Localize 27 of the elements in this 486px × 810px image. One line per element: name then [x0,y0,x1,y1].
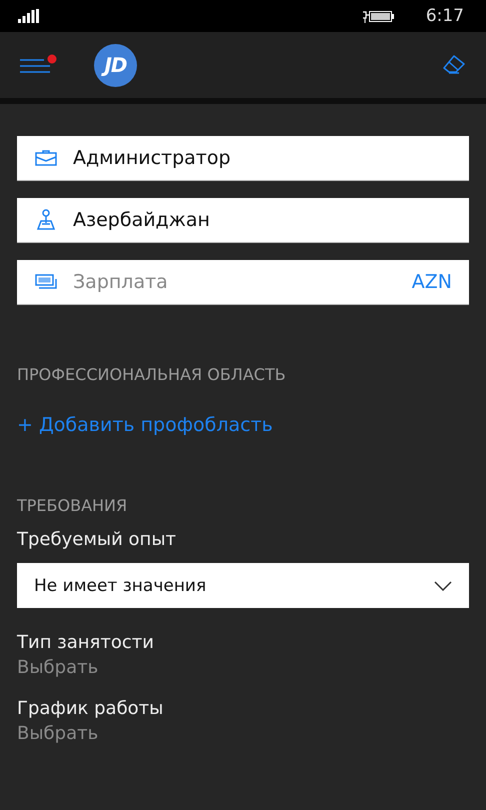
briefcase-icon [35,150,57,166]
experience-dropdown[interactable]: Не имеет значения [17,563,469,608]
input-box[interactable]: Администратор [17,136,469,181]
section-heading: ТРЕБОВАНИЯ [17,496,128,515]
input-field[interactable]: Зарплата [73,271,412,293]
select-link[interactable]: Выбрать [17,723,98,744]
currency-label[interactable]: AZN [412,271,452,293]
chevron-down-icon [434,580,452,590]
input-box[interactable]: Зарплата AZN [17,260,469,305]
battery-charging-icon [362,8,396,24]
logo: JD [94,44,137,86]
field-label: Тип занятости [17,632,155,653]
field-label: Требуемый опыт [17,529,178,550]
clear-button[interactable] [442,55,466,75]
input-field[interactable]: Администратор [73,147,452,169]
eraser-icon [442,55,466,75]
field-label: График работы [17,698,164,719]
clock-time: 6:17 [426,6,464,26]
input-box[interactable]: Азербайджан [17,198,469,243]
section-heading: ПРОФЕССИОНАЛЬНАЯ ОБЛАСТЬ [17,365,287,384]
select-link[interactable]: Выбрать [17,657,98,678]
map-pin-icon [36,209,56,231]
banknotes-icon [35,274,57,290]
signal-icon [18,9,39,23]
input-field[interactable]: Азербайджан [73,209,452,231]
add-link[interactable]: + Добавить профобласть [17,414,273,436]
menu-button[interactable] [20,54,58,76]
